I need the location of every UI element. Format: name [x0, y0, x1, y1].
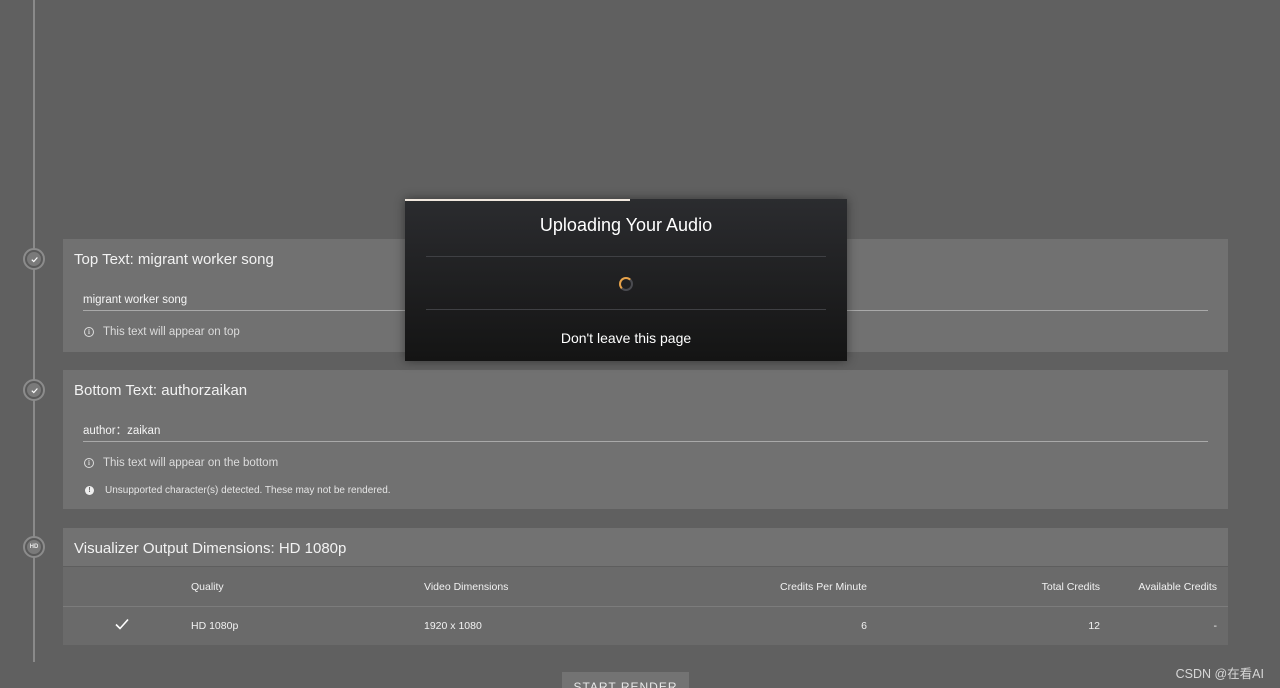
cell-credits-per-minute: 6 [861, 620, 867, 632]
step-complete-badge [23, 248, 45, 270]
upload-modal: Uploading Your Audio Don't leave this pa… [405, 199, 847, 361]
column-header-video-dimensions: Video Dimensions [424, 581, 509, 593]
cell-available-credits: - [1213, 620, 1218, 632]
cell-total-credits: 12 [1088, 620, 1100, 632]
cell-quality: HD 1080p [191, 620, 239, 632]
dimensions-title: Visualizer Output Dimensions: HD 1080p [74, 540, 347, 557]
unsupported-char-warning: ! Unsupported character(s) detected. The… [84, 485, 391, 496]
top-text-hint: i This text will appear on top [84, 326, 240, 338]
table-header-row: Quality Video Dimensions Credits Per Min… [63, 566, 1228, 607]
bottom-text-hint-label: This text will appear on the bottom [103, 457, 279, 469]
watermark: CSDN @在看AI [1175, 667, 1264, 681]
bottom-text-title: Bottom Text: authorzaikan [74, 382, 248, 399]
hd-icon: HD [27, 540, 41, 554]
modal-title: Uploading Your Audio [539, 215, 713, 235]
check-icon [27, 252, 41, 266]
step-complete-badge [23, 379, 45, 401]
modal-divider [426, 256, 826, 257]
table-row[interactable]: HD 1080p 1920 x 1080 6 12 - [63, 607, 1228, 645]
column-header-credits-per-minute: Credits Per Minute [780, 581, 867, 593]
top-text-hint-label: This text will appear on top [103, 326, 240, 338]
checkmark-icon [115, 618, 129, 633]
bottom-text-input[interactable]: author：zaikan [83, 424, 1208, 442]
loading-spinner-icon [619, 277, 633, 291]
column-header-quality: Quality [191, 581, 224, 593]
column-header-total-credits: Total Credits [1041, 581, 1100, 593]
info-icon: i [84, 458, 94, 468]
dimensions-panel: Visualizer Output Dimensions: HD 1080p Q… [63, 528, 1228, 645]
bottom-text-panel: Bottom Text: authorzaikan author：zaikan … [63, 370, 1228, 509]
bottom-text-hint: i This text will appear on the bottom [84, 457, 278, 469]
warning-label: Unsupported character(s) detected. These… [105, 485, 391, 496]
info-icon: i [84, 327, 94, 337]
start-render-button[interactable]: START RENDER [562, 672, 689, 688]
check-icon [27, 383, 41, 397]
modal-divider [426, 309, 826, 310]
cell-video-dimensions: 1920 x 1080 [424, 620, 482, 632]
top-text-title: Top Text: migrant worker song [74, 251, 274, 268]
modal-footer-text: Don't leave this page [560, 330, 692, 346]
warning-icon: ! [85, 486, 94, 495]
step-hd-badge: HD [23, 536, 45, 558]
column-header-available-credits: Available Credits [1138, 581, 1217, 593]
timeline-line [33, 0, 35, 662]
upload-progress-bar [405, 199, 631, 201]
